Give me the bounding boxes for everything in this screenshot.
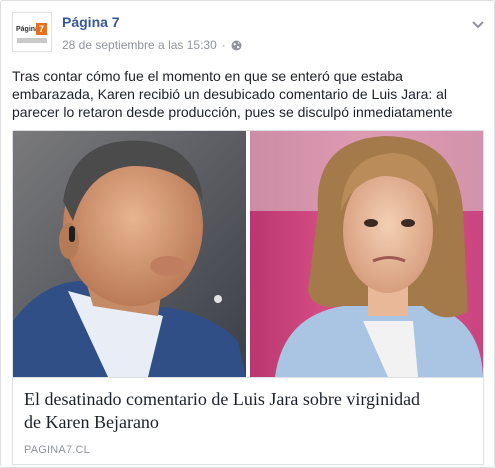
post-card: Página 7 Página 7 28 de septiembre a las… (0, 0, 495, 468)
avatar-logo-badge: 7 (36, 23, 47, 35)
page-name-link[interactable]: Página 7 (62, 14, 120, 30)
globe-icon[interactable] (231, 40, 242, 51)
link-title-line[interactable]: de Karen Bejarano (24, 411, 474, 434)
post-meta: 28 de septiembre a las 15:30 · (62, 38, 242, 52)
post-header: Página 7 Página 7 28 de septiembre a las… (12, 9, 484, 55)
link-preview-info[interactable]: El desatinado comentario de Luis Jara so… (13, 377, 483, 464)
post-message-line: embarazada, Karen recibió un desubicado … (12, 86, 448, 102)
link-domain: PAGINA7.CL (24, 444, 90, 456)
page-avatar[interactable]: Página 7 (12, 12, 52, 52)
link-title[interactable]: El desatinado comentario de Luis Jara so… (24, 388, 474, 434)
avatar-logo-bar (17, 38, 47, 43)
post-message-line: parecer lo retaron desde producción, pue… (12, 104, 453, 120)
link-title-line[interactable]: El desatinado comentario de Luis Jara so… (24, 388, 474, 411)
chevron-down-icon[interactable] (472, 17, 484, 29)
post-message: Tras contar cómo fue el momento en que s… (12, 67, 486, 121)
link-preview-image[interactable] (13, 131, 483, 377)
meta-separator: · (221, 38, 226, 52)
post-message-line: Tras contar cómo fue el momento en que s… (12, 68, 403, 84)
post-timestamp[interactable]: 28 de septiembre a las 15:30 (62, 38, 217, 52)
link-preview[interactable]: El desatinado comentario de Luis Jara so… (12, 130, 484, 465)
